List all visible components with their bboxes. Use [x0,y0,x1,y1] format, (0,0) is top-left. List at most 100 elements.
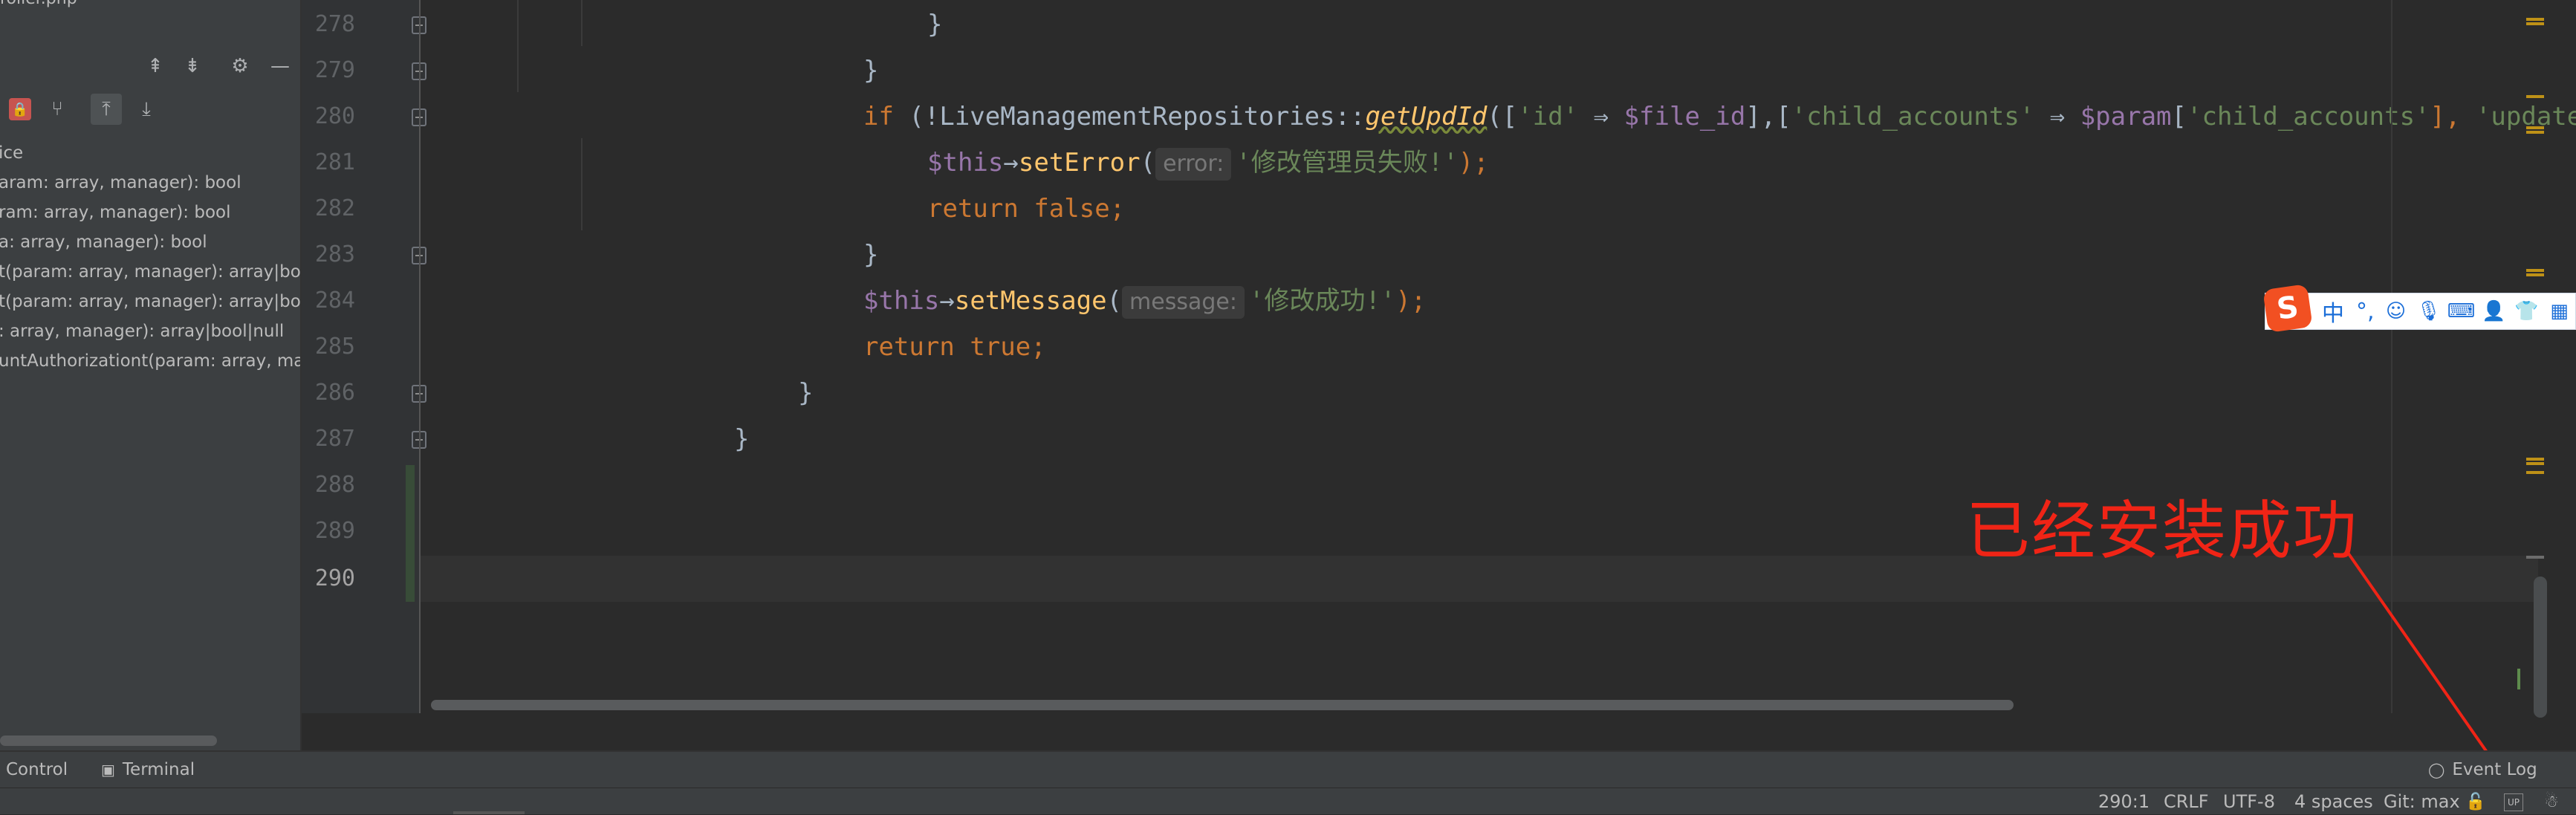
function-call: getUpdId [1365,102,1487,131]
line-number: 288 [314,472,355,498]
list-item[interactable]: t(param: array, manager): array|bool [0,257,300,287]
show-fields-icon[interactable]: ⤒ [91,94,122,125]
editor-horizontal-scrollbar[interactable] [431,700,2014,710]
right-margin-guide [2391,0,2392,713]
warning-marker[interactable] [2526,273,2544,276]
status-progress-strip [453,811,525,814]
list-item[interactable]: : array, manager): array|bool|null [0,316,300,346]
expand-all-icon[interactable]: ⇞ [140,51,171,82]
emoji-icon[interactable]: ☺ [2385,300,2407,322]
list-item[interactable]: aram: array, manager): bool [0,168,300,198]
code-line-284: $this→setMessage(message: '修改成功!'); [863,278,1426,324]
tab-event-log[interactable]: ◯ Event Log [2428,752,2537,788]
line-number: 289 [314,518,355,544]
line-number: 284 [314,288,355,314]
sogou-logo-icon[interactable]: S [2262,284,2313,333]
warning-marker[interactable] [2526,18,2544,21]
collapse-all-icon[interactable]: ⇟ [177,51,208,82]
line-number: 286 [314,380,355,406]
lock-icon[interactable]: 🔒 [4,94,36,125]
keyboard-icon[interactable]: ⌨ [2447,300,2476,322]
parameter-hint: message: [1122,286,1245,319]
warning-marker[interactable] [2526,471,2544,474]
toolbox-icon[interactable]: ▦ [2549,300,2571,322]
tab-terminal-label: Terminal [122,760,195,779]
tab-event-log-label: Event Log [2452,760,2537,779]
line-number: 287 [314,426,355,452]
tab-version-control[interactable]: Control [6,752,68,788]
code-editor[interactable]: 278 279 280 281 282 283 284 285 286 287 … [302,0,2576,750]
code-line-285: return true; [863,332,1046,362]
status-bar: 290:1 CRLF UTF-8 4 spaces Git: max 🔓 UP … [0,788,2576,814]
vcs-added-lines-marker[interactable] [406,465,415,602]
line-number: 282 [314,195,355,221]
annotation-text: 已经安装成功 [1966,494,2358,568]
indent-guide [581,0,583,46]
inspection-ok-marker [2517,669,2520,689]
user-icon[interactable]: 👤 [2482,300,2505,322]
indent-setting[interactable]: 4 spaces [2294,788,2373,815]
code-line-287: } [734,424,750,454]
structure-toolbar: ⇞ ⇟ ⚙ — 🔒 ⑂ ⤒ ⤓ [0,46,300,125]
inherited-icon[interactable]: ⑂ [42,94,73,125]
parameter-hint: error: [1155,148,1232,181]
list-item[interactable]: ram: array, manager): bool [0,198,300,227]
line-number: 283 [314,241,355,267]
git-branch[interactable]: Git: max [2384,788,2460,815]
line-number: 278 [314,11,355,37]
warning-marker[interactable] [2526,458,2544,461]
structure-panel: roller.php ⇞ ⇟ ⚙ — 🔒 ⑂ ⤒ ⤓ ice aram: arr… [0,0,302,750]
event-log-icon: ◯ [2428,761,2445,779]
line-number: 281 [314,149,355,175]
minimize-icon[interactable]: — [265,51,296,82]
structure-member-list: ice aram: array, manager): bool ram: arr… [0,138,300,376]
indent-guide [581,138,583,230]
warning-marker[interactable] [2526,462,2544,465]
ime-toolbar[interactable]: S 中 °, ☺ 🎙 ⌨ 👤 👕 ▦ [2262,284,2576,333]
list-item[interactable]: ice [0,138,300,168]
line-number-current: 290 [314,565,355,591]
structure-horizontal-scrollbar[interactable] [0,736,217,746]
line-number: 279 [314,57,355,83]
warning-marker[interactable] [2526,95,2544,98]
code-line-281: $this→setError(error: '修改管理员失败!'); [927,140,1489,186]
gear-icon[interactable]: ⚙ [224,51,256,82]
warning-marker[interactable] [2526,126,2544,129]
tab-version-control-label: Control [6,760,68,779]
list-item[interactable]: untAuthorizationt(param: array, man [0,346,300,376]
caret-position[interactable]: 290:1 [2098,788,2150,815]
inspector-icon[interactable]: ☃ [2541,791,2562,812]
lock-icon[interactable]: 🔓 [2465,791,2486,812]
code-line-282: return false; [927,194,1126,224]
terminal-icon: ▣ [101,761,115,779]
structure-file-name[interactable]: roller.php [0,0,77,8]
ime-punctuation-toggle[interactable]: °, [2356,299,2375,325]
tab-terminal[interactable]: ▣ Terminal [101,752,195,788]
line-number: 285 [314,334,355,360]
editor-gutter[interactable]: 278 279 280 281 282 283 284 285 286 287 … [302,0,426,713]
code-line-280: if (!LiveManagementRepositories::getUpdI… [863,102,2576,131]
editor-vertical-scrollbar[interactable] [2534,577,2547,718]
upload-plugin-icon[interactable]: UP [2504,793,2523,811]
warning-marker[interactable] [2526,22,2544,25]
line-separator[interactable]: CRLF [2164,788,2209,815]
code-line-283: } [863,240,879,270]
file-encoding[interactable]: UTF-8 [2223,788,2275,815]
list-item[interactable]: t(param: array, manager): array|bool [0,287,300,316]
skin-icon[interactable]: 👕 [2514,300,2538,322]
caret-marker [2526,556,2544,559]
line-number: 280 [314,103,355,129]
gutter-separator [419,0,421,713]
list-item[interactable]: a: array, manager): bool [0,227,300,257]
keyword-if: if [863,102,894,131]
code-line-279: } [863,56,879,85]
warning-marker[interactable] [2526,131,2544,134]
microphone-icon[interactable]: 🎙 [2416,300,2441,322]
ime-mode-toggle[interactable]: 中 [2322,295,2344,328]
indent-guide [517,0,519,92]
autoscroll-icon[interactable]: ⤓ [131,94,162,125]
code-line-278: } [927,10,943,39]
warning-marker[interactable] [2526,269,2544,272]
code-line-286: } [798,378,814,408]
tool-window-bar: Control ▣ Terminal ◯ Event Log [0,750,2576,788]
